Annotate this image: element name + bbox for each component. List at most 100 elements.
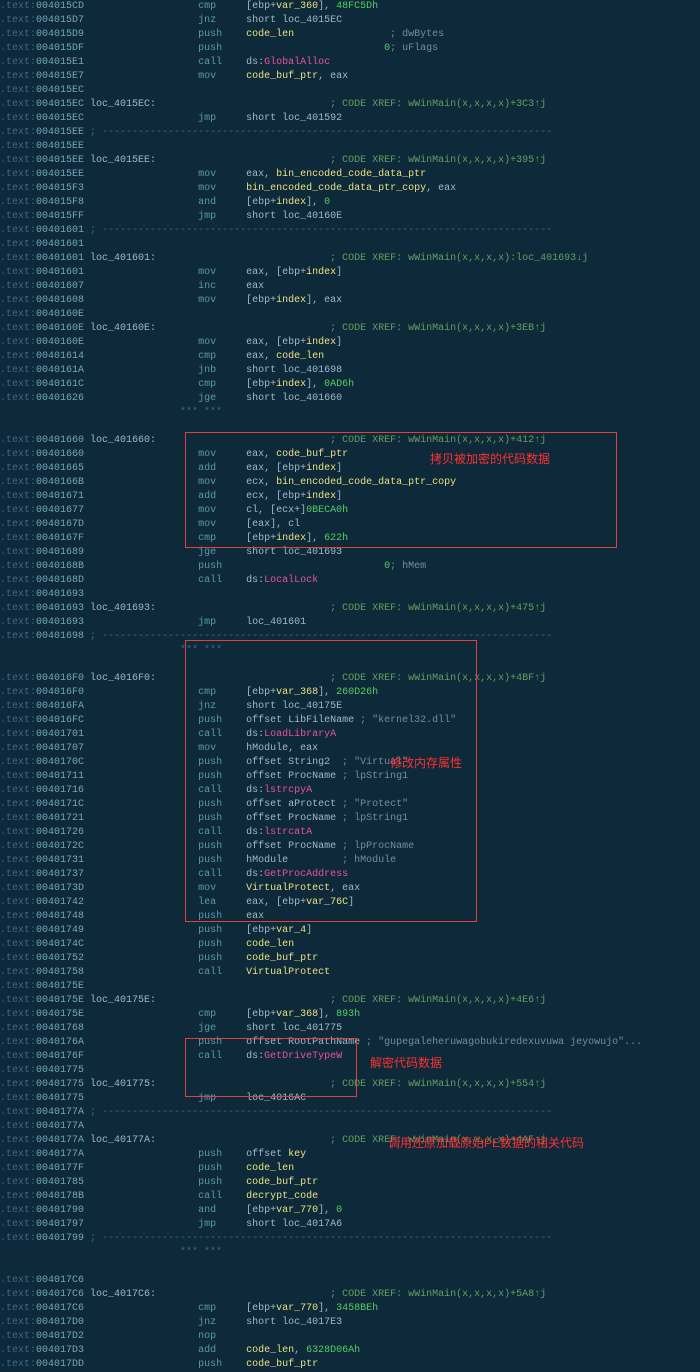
symbol[interactable]: code_len xyxy=(246,29,294,40)
asm-line: .text:0040177A xyxy=(0,1120,700,1134)
asm-line: .text:0040170C push offset String2 ; "Vi… xyxy=(0,756,700,770)
api-call[interactable]: lstrcatA xyxy=(264,827,312,838)
api-call[interactable]: LocalLock xyxy=(264,575,318,586)
symbol[interactable]: code_len xyxy=(246,939,294,950)
segment-prefix: .text: xyxy=(0,799,36,810)
symbol[interactable]: decrypt_code xyxy=(246,1191,318,1202)
segment-prefix: .text: xyxy=(0,743,36,754)
segment-prefix: .text: xyxy=(0,323,36,334)
asm-line: .text:00401607 inc eax xyxy=(0,280,700,294)
segment-prefix: .text: xyxy=(0,1107,36,1118)
code-label[interactable]: loc_401693: xyxy=(90,603,156,614)
symbol[interactable]: index xyxy=(306,463,336,474)
address: 00401758 xyxy=(36,967,84,978)
symbol[interactable]: bin_encoded_code_data_ptr xyxy=(276,169,426,180)
segment-prefix: .text: xyxy=(0,197,36,208)
api-call[interactable]: lstrcpyA xyxy=(264,785,312,796)
symbol[interactable]: code_buf_ptr xyxy=(276,449,348,460)
segment-prefix: .text: xyxy=(0,603,36,614)
symbol[interactable]: code_buf_ptr xyxy=(246,71,318,82)
symbol[interactable]: var_770 xyxy=(276,1205,318,1216)
code-label[interactable]: loc_40160E: xyxy=(90,323,156,334)
address: 00401707 xyxy=(36,743,84,754)
symbol[interactable]: var_368 xyxy=(276,1009,318,1020)
segment-prefix: .text: xyxy=(0,491,36,502)
api-call[interactable]: GetDriveTypeW xyxy=(264,1051,342,1062)
asm-line: .text:0040175E cmp [ebp+var_368], 893h xyxy=(0,1008,700,1022)
address: 0040174C xyxy=(36,939,84,950)
symbol[interactable]: code_buf_ptr xyxy=(246,1177,318,1188)
symbol[interactable]: var_76C xyxy=(306,897,348,908)
api-call[interactable]: GlobalAlloc xyxy=(264,57,330,68)
symbol[interactable]: index xyxy=(276,379,306,390)
symbol[interactable]: key xyxy=(288,1149,306,1160)
address: 00401775 xyxy=(36,1093,84,1104)
segment-prefix: .text: xyxy=(0,673,36,684)
symbol[interactable]: var_4 xyxy=(276,925,306,936)
code-label[interactable]: loc_4015EE: xyxy=(90,155,156,166)
symbol[interactable]: bin_encoded_code_data_ptr_copy xyxy=(276,477,456,488)
address: 0040176A xyxy=(36,1037,84,1048)
comment: ; "kernel32.dll" xyxy=(360,715,456,726)
symbol[interactable]: index xyxy=(276,295,306,306)
symbol[interactable]: var_770 xyxy=(276,1303,318,1314)
segment-prefix: .text: xyxy=(0,1205,36,1216)
symbol[interactable]: index xyxy=(306,267,336,278)
code-label[interactable]: loc_401601: xyxy=(90,253,156,264)
code-label[interactable]: loc_4017C6: xyxy=(90,1289,156,1300)
asm-line: .text:004015D9 push code_len ; dwBytes xyxy=(0,28,700,42)
asm-line: .text:004015E7 mov code_buf_ptr, eax xyxy=(0,70,700,84)
code-label[interactable]: loc_4015EC: xyxy=(90,99,156,110)
symbol[interactable]: index xyxy=(306,491,336,502)
symbol[interactable]: bin_encoded_code_data_ptr_copy xyxy=(246,183,426,194)
symbol[interactable]: code_buf_ptr xyxy=(246,953,318,964)
segment-prefix: .text: xyxy=(0,1233,36,1244)
asm-line: .text:00401601 loc_401601: ; CODE XREF: … xyxy=(0,252,700,266)
asm-line: .text:00401737 call ds:GetProcAddress xyxy=(0,868,700,882)
asm-line: .text:0040166B mov ecx, bin_encoded_code… xyxy=(0,476,700,490)
symbol[interactable]: VirtualProtect xyxy=(246,883,330,894)
symbol[interactable]: index xyxy=(276,533,306,544)
symbol[interactable]: code_len xyxy=(246,1345,294,1356)
symbol[interactable]: index xyxy=(306,337,336,348)
segment-prefix: .text: xyxy=(0,1163,36,1174)
code-label[interactable]: loc_401660: xyxy=(90,435,156,446)
address: 004015F3 xyxy=(36,183,84,194)
segment-prefix: .text: xyxy=(0,715,36,726)
address: 00401671 xyxy=(36,491,84,502)
segment-prefix: .text: xyxy=(0,785,36,796)
segment-prefix: .text: xyxy=(0,1093,36,1104)
api-call[interactable]: GetProcAddress xyxy=(264,869,348,880)
code-label[interactable]: loc_4016F0: xyxy=(90,673,156,684)
address: 00401775 xyxy=(36,1065,84,1076)
asm-line: .text:004017DD push code_buf_ptr xyxy=(0,1358,700,1372)
symbol[interactable]: code_len xyxy=(276,351,324,362)
code-label[interactable]: loc_40177A: xyxy=(90,1135,156,1146)
address: 004015EE xyxy=(36,127,84,138)
symbol[interactable]: index xyxy=(276,197,306,208)
address: 00401726 xyxy=(36,827,84,838)
code-label[interactable]: loc_401775: xyxy=(90,1079,156,1090)
asm-line: .text:0040160E mov eax, [ebp+index] xyxy=(0,336,700,350)
segment-prefix: .text: xyxy=(0,911,36,922)
segment-prefix: .text: xyxy=(0,953,36,964)
symbol[interactable]: VirtualProtect xyxy=(246,967,330,978)
code-label[interactable]: loc_40175E: xyxy=(90,995,156,1006)
segment-prefix: .text: xyxy=(0,1135,36,1146)
comment: ; "gupegaleheruwagobukiredexuvuwa jeyowu… xyxy=(366,1037,642,1048)
address: 00401752 xyxy=(36,953,84,964)
symbol[interactable]: var_360 xyxy=(276,1,318,12)
segment-prefix: .text: xyxy=(0,827,36,838)
xref-comment: ; CODE XREF: wWinMain(x,x,x,x):loc_40169… xyxy=(156,253,588,264)
api-call[interactable]: LoadLibraryA xyxy=(264,729,336,740)
symbol[interactable]: var_368 xyxy=(276,687,318,698)
comment: ; hModule xyxy=(342,855,396,866)
address: 00401660 xyxy=(36,449,84,460)
symbol[interactable]: code_len xyxy=(246,1163,294,1174)
symbol[interactable]: code_buf_ptr xyxy=(246,1359,318,1370)
address: 004017C6 xyxy=(36,1289,84,1300)
segment-prefix: .text: xyxy=(0,1149,36,1160)
address: 0040170C xyxy=(36,757,84,768)
segment-prefix: .text: xyxy=(0,393,36,404)
asm-line: .text:00401608 mov [ebp+index], eax xyxy=(0,294,700,308)
